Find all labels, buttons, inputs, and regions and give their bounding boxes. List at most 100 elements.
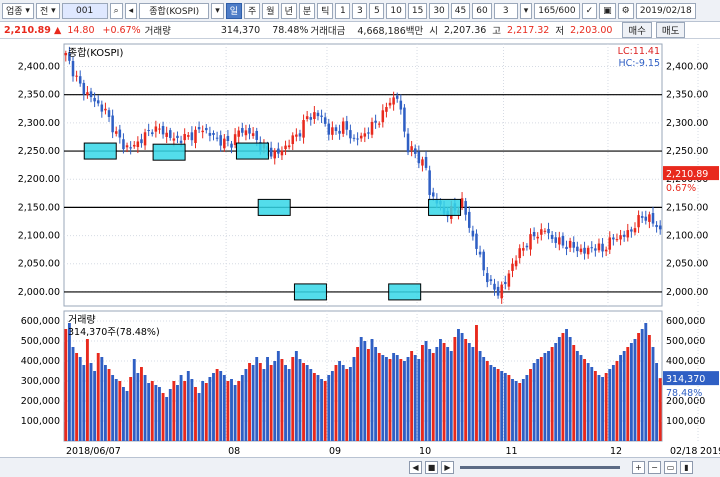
candle-body — [363, 133, 367, 137]
volume-bar — [186, 371, 190, 441]
candle-body — [320, 115, 323, 117]
volume-bar — [442, 343, 446, 441]
candle-body — [165, 132, 168, 137]
volume-ytick-left: 600,000 — [21, 316, 60, 327]
last-volume-pct: 78.48% — [666, 388, 702, 399]
interval-45[interactable]: 45 — [450, 2, 471, 19]
interval-30[interactable]: 30 — [429, 2, 449, 19]
price-ytick-right: 2,150.00 — [666, 202, 708, 213]
scroll-right-icon[interactable]: ▶ — [441, 461, 454, 474]
zoom-out-icon[interactable]: − — [648, 461, 661, 474]
candle-body — [215, 137, 219, 139]
candle-body — [75, 75, 78, 77]
candle-body — [648, 214, 651, 222]
x-tick-label: 2019/01 — [700, 446, 720, 457]
change-value: 14.80 — [67, 24, 95, 36]
search-icon[interactable]: ⌕ — [109, 2, 123, 19]
interval-60[interactable]: 60 — [472, 2, 492, 19]
interval-15[interactable]: 15 — [407, 2, 428, 19]
period-year[interactable]: 년 — [280, 2, 297, 19]
candle-body — [194, 129, 197, 144]
volume-bar — [482, 357, 486, 441]
save-icon[interactable]: ▣ — [599, 2, 616, 19]
candle-body — [385, 107, 388, 112]
candle-body — [658, 225, 662, 230]
candle-body — [158, 128, 161, 130]
name-dropdown-icon[interactable]: ▾ — [211, 2, 224, 19]
volume-bar — [485, 361, 489, 441]
volume-bar — [539, 357, 543, 441]
candle-body — [464, 201, 467, 215]
candle-body — [626, 230, 630, 238]
candle-body — [219, 135, 222, 146]
amount-value: 4,668,186백만 — [357, 26, 424, 37]
candle-body — [381, 110, 385, 123]
scroll-left-icon[interactable]: ◀ — [409, 461, 422, 474]
volume-bar — [201, 381, 205, 441]
speaker-icon[interactable]: ◂ — [124, 2, 138, 19]
interval-input[interactable]: 3 — [493, 2, 518, 19]
volume-bar — [230, 379, 233, 441]
period-day[interactable]: 일 — [225, 2, 243, 19]
volume-bar — [543, 353, 547, 441]
volume-bar — [330, 371, 334, 441]
expand-icon[interactable]: ▮ — [680, 461, 693, 474]
change-pct: +0.67% — [102, 24, 141, 36]
period-week[interactable]: 주 — [244, 2, 261, 19]
volume-bar — [402, 361, 406, 441]
volume-bar — [496, 369, 500, 441]
volume-bar — [359, 337, 363, 441]
volume-ytick-left: 200,000 — [21, 396, 60, 407]
volume-bar — [338, 361, 342, 441]
candle-body — [143, 132, 147, 146]
candle-body — [482, 251, 485, 271]
x-tick-label: 2018/06/07 — [66, 446, 121, 457]
candle-body — [295, 134, 298, 137]
candle-body — [586, 247, 590, 255]
sell-button[interactable]: 매도 — [655, 22, 686, 38]
period-minute[interactable]: 분 — [298, 2, 316, 19]
interval-5[interactable]: 5 — [369, 2, 385, 19]
interval-10[interactable]: 10 — [386, 2, 406, 19]
volume-bar — [417, 359, 421, 441]
interval-dropdown-icon[interactable]: ▾ — [519, 2, 533, 19]
date-input[interactable]: 2019/02/18 — [635, 2, 696, 19]
stop-icon[interactable]: ■ — [425, 461, 438, 474]
candle-body — [327, 123, 331, 135]
period-tick[interactable]: 틱 — [317, 2, 334, 19]
candle-body — [255, 130, 258, 140]
volume-bar — [644, 323, 648, 441]
volume-bar — [183, 381, 187, 441]
volume-bar — [168, 389, 172, 441]
period-month[interactable]: 월 — [262, 2, 279, 19]
candle-body — [597, 243, 601, 251]
candle-body — [114, 131, 118, 134]
code-input[interactable]: 001 — [61, 2, 108, 19]
volume-bar — [118, 381, 122, 441]
setting-icon[interactable]: ✓ — [581, 2, 598, 19]
zoom-in-icon[interactable]: + — [632, 461, 645, 474]
price-ytick-right: 2,300.00 — [666, 118, 708, 129]
volume-bar — [547, 351, 550, 441]
fit-icon[interactable]: ▭ — [664, 461, 677, 474]
interval-1[interactable]: 1 — [335, 2, 351, 19]
count-input[interactable]: 165/600 — [534, 2, 580, 19]
gear-icon[interactable]: ⚙ — [617, 2, 634, 19]
candle-body — [543, 230, 547, 232]
candle-body — [496, 286, 500, 296]
interval-3[interactable]: 3 — [352, 2, 368, 19]
volume-bar — [165, 397, 169, 441]
category-select[interactable]: 업종 ▾ — [2, 2, 34, 19]
highlight-box — [293, 283, 327, 301]
candle-body — [392, 97, 395, 105]
candle-body — [583, 247, 586, 254]
chart-area[interactable]: 2,400.00 2,400.00 2,350.00 2,350.00 2,300.00… — [0, 39, 720, 457]
volume-bar — [366, 349, 370, 441]
stock-name[interactable]: 종합(KOSPI) — [139, 2, 210, 19]
candle-body — [511, 263, 514, 271]
candle-body — [313, 112, 316, 120]
market-select[interactable]: 전 ▾ — [35, 2, 60, 19]
zoom-slider[interactable] — [460, 466, 620, 469]
chart-svg[interactable]: 2,400.00 2,400.00 2,350.00 2,350.00 2,300.00… — [0, 39, 720, 457]
buy-button[interactable]: 매수 — [622, 22, 652, 38]
